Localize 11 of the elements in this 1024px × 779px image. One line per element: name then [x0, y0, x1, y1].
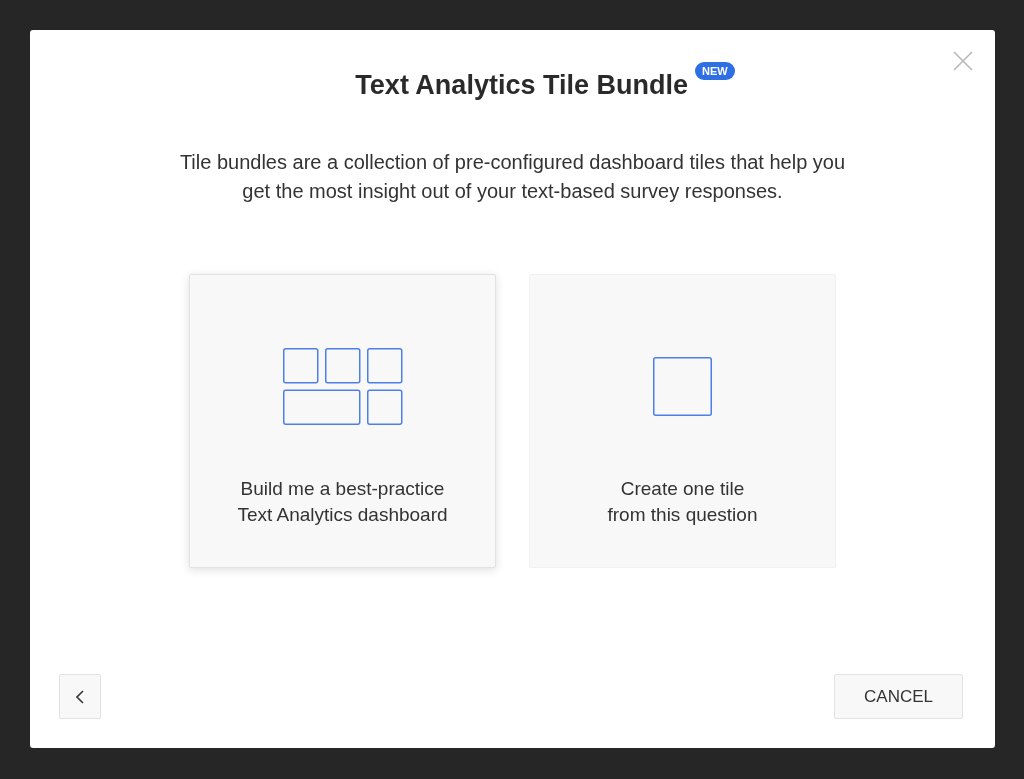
cancel-button[interactable]: CANCEL — [834, 674, 963, 719]
option-card[interactable]: Create one tile from this question — [529, 274, 836, 568]
chevron-left-icon — [76, 689, 84, 704]
close-icon[interactable] — [953, 51, 973, 71]
square-tile-icon — [653, 356, 712, 416]
option-card[interactable]: Build me a best-practice Text Analytics dashboard — [189, 274, 496, 568]
dialog-title: Text Analytics Tile Bundle — [355, 69, 688, 102]
back-button[interactable] — [59, 674, 101, 719]
new-badge: NEW — [694, 62, 735, 80]
dialog-description: Tile bundles are a collection of pre-configured dashboard tiles that help you get the most insight out of your text-based survey responses. — [178, 150, 847, 204]
tile-grid-icon — [282, 347, 403, 425]
